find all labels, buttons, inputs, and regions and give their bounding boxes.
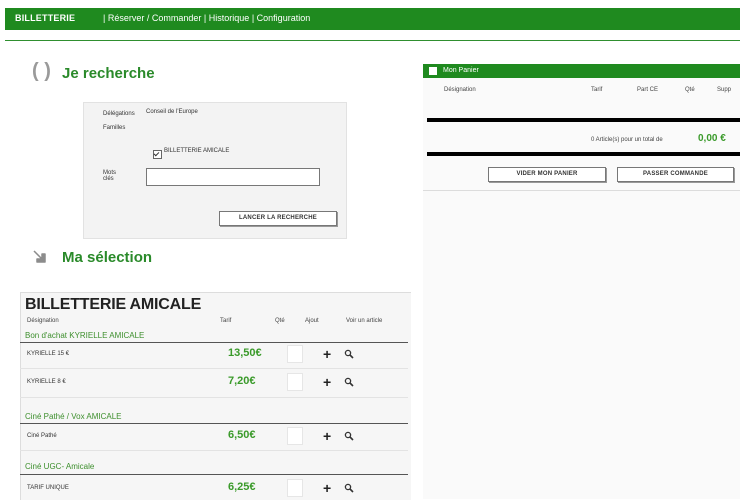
search-button[interactable]: LANCER LA RECHERCHE: [219, 211, 337, 226]
mots-label-line2: clés: [103, 176, 114, 182]
nav-link-historique[interactable]: Historique: [209, 13, 250, 23]
cart-header: Mon Panier: [423, 64, 740, 78]
search-title: Je recherche: [62, 65, 155, 82]
place-order-button[interactable]: PASSER COMMANDE: [617, 167, 734, 182]
item-designation: Ciné Pathé: [27, 433, 57, 439]
item-price: 6,25€: [228, 481, 256, 493]
item-designation: KYRIELLE 8 €: [27, 379, 66, 385]
item-designation: TARIF UNIQUE: [27, 485, 69, 491]
group-divider: [20, 342, 408, 343]
famille-option-label: BILLETTERIE AMICALE: [164, 148, 230, 154]
group-divider: [20, 474, 408, 475]
nav-link-configuration[interactable]: Configuration: [257, 13, 311, 23]
group-label-kyrielle: Bon d'achat KYRIELLE AMICALE: [25, 331, 145, 340]
nav-links: | Réserver / Commander | Historique | Co…: [103, 13, 310, 23]
cart-title: Mon Panier: [443, 67, 479, 74]
plus-icon[interactable]: +: [323, 481, 331, 495]
plus-icon[interactable]: +: [323, 429, 331, 443]
quantity-input[interactable]: [287, 373, 303, 391]
selection-title: Ma sélection: [62, 249, 153, 266]
magnifier-icon[interactable]: [344, 349, 354, 359]
mots-cles-label: Mots clés: [103, 170, 116, 182]
magnifier-icon[interactable]: [344, 377, 354, 387]
cart-summary: 0 Article(s) pour un total de: [591, 137, 663, 143]
quantity-input[interactable]: [287, 345, 303, 363]
nav-link-reserver[interactable]: Réserver / Commander: [108, 13, 202, 23]
cart-summary-text: 0 Article(s) pour un total de: [591, 137, 663, 143]
keywords-input[interactable]: [146, 168, 320, 186]
row-divider: [20, 368, 408, 369]
cart-col-designation: Désignation: [444, 87, 476, 93]
paren-icon: ( ): [32, 60, 51, 82]
famille-checkbox[interactable]: [153, 146, 162, 164]
search-heading: ( ): [32, 60, 51, 83]
col-voir: Voir un article: [346, 318, 383, 324]
row-divider: [20, 397, 408, 398]
nav-brand[interactable]: BILLETTERIE: [15, 13, 75, 23]
item-price: 7,20€: [228, 375, 256, 387]
nav-separator: |: [251, 13, 255, 23]
magnifier-icon[interactable]: [344, 483, 354, 493]
cart-col-partce: Part CE: [637, 87, 659, 93]
plus-icon[interactable]: +: [323, 347, 331, 361]
nav-separator: |: [203, 13, 207, 23]
plus-icon[interactable]: +: [323, 375, 331, 389]
delegations-value: Conseil de l'Europe: [146, 109, 198, 115]
cart-col-qte: Qté: [685, 87, 695, 93]
row-divider: [20, 450, 408, 451]
familles-label: Familles: [103, 125, 126, 131]
nav-underline: [5, 40, 740, 41]
magnifier-icon[interactable]: [344, 431, 354, 441]
cart-divider: [427, 152, 740, 156]
group-label-pathe: Ciné Pathé / Vox AMICALE: [25, 412, 122, 421]
group-divider: [20, 423, 408, 424]
quantity-input[interactable]: [287, 479, 303, 497]
empty-cart-button[interactable]: VIDER MON PANIER: [488, 167, 606, 182]
group-label-ugc: Ciné UGC- Amicale: [25, 462, 95, 471]
item-price: 13,50€: [228, 347, 262, 359]
cart-checkbox-icon: [429, 67, 437, 75]
billetterie-title: BILLETTERIE AMICALE: [25, 296, 202, 313]
item-designation: KYRIELLE 15 €: [27, 351, 70, 357]
selection-heading: [32, 248, 48, 269]
nav-separator: |: [103, 13, 106, 23]
cart-col-supp: Supp: [717, 87, 732, 93]
col-qte: Qté: [275, 318, 285, 324]
top-nav-bar: BILLETTERIE | Réserver / Commander | His…: [5, 8, 740, 30]
item-price: 6,50€: [228, 429, 256, 441]
cart-total: 0,00 €: [698, 133, 726, 144]
cart-bottom-line: [423, 190, 740, 191]
col-ajout: Ajout: [305, 318, 319, 324]
delegations-label: Délégations: [103, 111, 135, 117]
arrow-down-right-icon: [33, 250, 46, 263]
col-designation: Désignation: [27, 318, 59, 324]
cart-divider: [427, 118, 740, 122]
quantity-input[interactable]: [287, 427, 303, 445]
cart-panel: [423, 64, 740, 499]
cart-col-tarif: Tarif: [591, 87, 603, 93]
col-tarif: Tarif: [220, 318, 232, 324]
